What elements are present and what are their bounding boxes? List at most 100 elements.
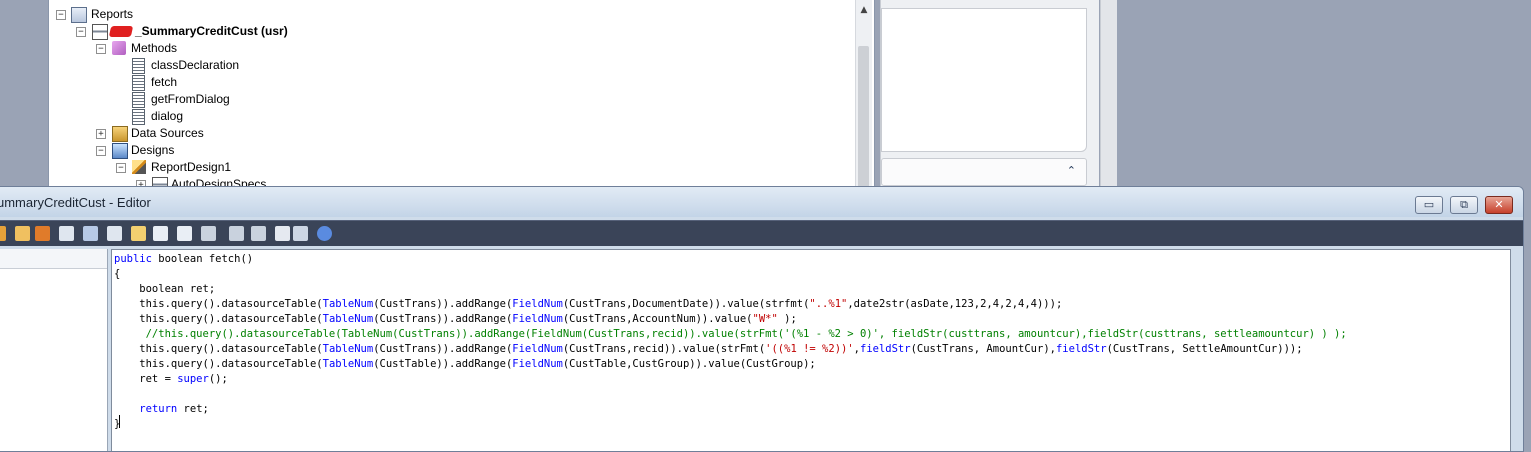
hand-icon[interactable] [15,226,30,241]
code-token: (CustTrans, SettleAmountCur))); [1106,343,1303,355]
close-button[interactable]: ✕ [1485,196,1513,214]
restore-button[interactable]: ⧉ [1450,196,1478,214]
editor-titlebar[interactable]: ummaryCreditCust - Editor ▭ ⧉ ✕ [0,187,1523,217]
collapse-icon[interactable]: − [76,27,86,37]
code-token: public [114,253,152,265]
code-token: ret = [114,373,178,385]
tree-node[interactable]: fetch [49,74,849,91]
code-line: { [114,267,120,282]
lookup-icon[interactable] [83,226,98,241]
code-token: this.query().datasourceTable( [114,358,323,370]
chevron-up-icon[interactable]: ⌃ [1067,164,1076,177]
tree-node-label: Methods [131,41,178,55]
report-design-icon [132,160,146,174]
code-token: FieldNum [512,298,563,310]
minimize-button[interactable]: ▭ [1415,196,1443,214]
code-editor[interactable]: public boolean fetch(){ boolean ret; thi… [111,249,1511,451]
code-token: fieldStr [1055,343,1107,355]
expand-icon[interactable]: + [96,129,106,139]
code-token: { [114,268,121,280]
collapse-icon[interactable]: − [116,163,126,173]
new-icon[interactable] [0,226,6,241]
properties-icon[interactable] [293,226,308,241]
report-icon [92,24,108,40]
code-line: //this.query().datasourceTable(TableNum(… [114,327,1347,342]
tree-node[interactable]: + AutoDesignSpecs [49,176,849,186]
code-token: "W*" [752,313,778,325]
help-icon[interactable] [317,226,332,241]
tree-node[interactable]: − Reports [49,6,849,23]
import-icon[interactable] [153,226,168,241]
method-icon [132,58,145,74]
method-icon [132,75,145,91]
collapse-icon[interactable]: − [56,10,66,20]
tree-node-label: dialog [151,109,184,123]
code-token: super [177,373,209,385]
property-scrollbar[interactable] [1100,0,1117,186]
tree-node-label: Data Sources [131,126,204,140]
code-token: fieldStr [860,343,911,355]
keyboard-icon[interactable] [59,226,74,241]
method-list-pane[interactable] [0,249,108,451]
code-token: (CustTrans)).addRange( [373,298,513,310]
hand-orange-icon[interactable] [35,226,50,241]
code-token: ret; [177,403,209,415]
globe-icon[interactable] [275,226,290,241]
code-token: FieldNum [512,343,563,355]
editor-title: ummaryCreditCust - Editor [0,195,151,210]
code-line: boolean ret; [114,282,215,297]
aot-tree-panel: − Reports − _SummaryCreditCust (usr) − Method… [48,0,875,186]
code-token: (CustTable)).addRange( [373,358,513,370]
layers-icon[interactable] [201,226,216,241]
scroll-up-icon[interactable]: ▲ [856,3,872,17]
method-icon [132,92,145,108]
aot-scrollbar[interactable]: ▲ [855,0,872,186]
data-sources-icon [112,126,128,142]
tree-node[interactable]: dialog [49,108,849,125]
tree-node[interactable]: − _SummaryCreditCust (usr) [49,23,849,40]
export-icon[interactable] [177,226,192,241]
text-caret [119,415,120,428]
method-list-row[interactable] [0,249,107,269]
tree-node-label: getFromDialog [151,92,230,106]
find-icon[interactable] [107,226,122,241]
code-token: (CustTrans)).addRange( [373,313,513,325]
collapse-icon[interactable]: − [96,146,106,156]
code-line: this.query().datasourceTable(TableNum(Cu… [114,312,797,327]
tree-node[interactable]: + Data Sources [49,125,849,142]
redacted-mark [108,26,134,37]
code-token: //this.query().datasourceTable(TableNum(… [114,328,1347,340]
scrollbar-thumb[interactable] [858,46,869,186]
tree-node[interactable]: − ReportDesign1 [49,159,849,176]
code-line: this.query().datasourceTable(TableNum (Cu… [114,342,1303,357]
tree-node[interactable]: − Methods [49,40,849,57]
code-line: ret = super(); [114,372,228,387]
code-token: '((%1 != %2))' [765,343,854,355]
undo-icon[interactable] [251,226,266,241]
tree-node[interactable]: − Designs [49,142,849,159]
property-box [881,8,1087,152]
code-line: return ret; [114,402,209,417]
database-icon[interactable] [229,226,244,241]
compile-icon[interactable] [131,226,146,241]
code-token: this.query().datasourceTable( [114,343,323,355]
code-token: boolean ret; [114,283,216,295]
code-token: ); [777,313,797,325]
code-token: (CustTrans,DocumentDate)).value(strfmt( [562,298,810,310]
collapse-icon[interactable]: − [96,44,106,54]
code-token: this.query().datasourceTable( [114,298,323,310]
tree-node[interactable]: classDeclaration [49,57,849,74]
tree-node-label: fetch [151,75,178,89]
code-token: FieldNum [512,313,563,325]
auto-design-icon [152,177,168,186]
code-token: FieldNum [512,358,563,370]
editor-window: ummaryCreditCust - Editor ▭ ⧉ ✕ public b… [0,186,1524,452]
code-token: TableNum [322,298,374,310]
tree-node[interactable]: getFromDialog [49,91,849,108]
code-token: TableNum [322,343,374,355]
editor-toolbar [0,220,1523,246]
reports-icon [71,7,87,23]
code-token: (CustTable,CustGroup)).value(CustGroup); [562,358,816,370]
collapse-bar[interactable]: ⌃ [881,158,1087,186]
